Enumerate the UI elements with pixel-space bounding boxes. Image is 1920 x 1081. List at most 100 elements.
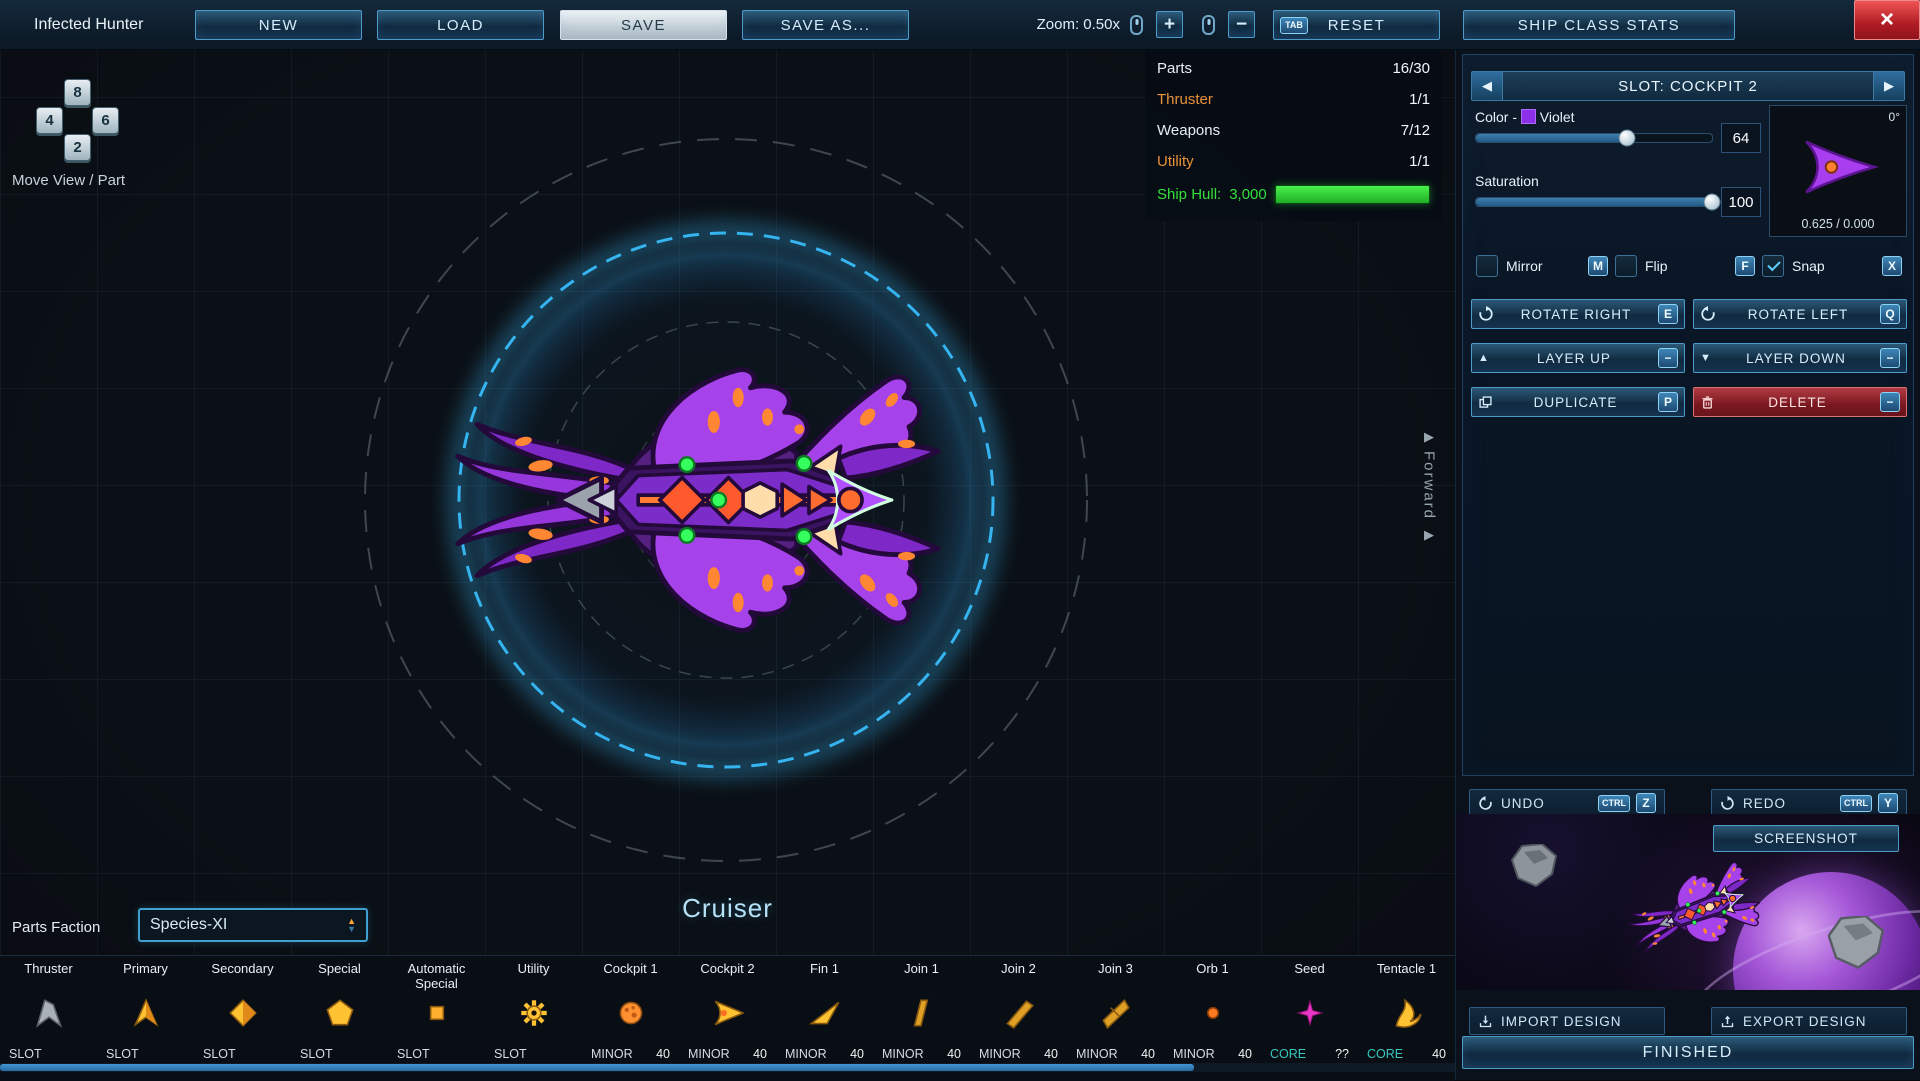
flip-keycap: F <box>1735 256 1755 276</box>
redo-button[interactable]: REDO CTRL Y <box>1711 789 1907 817</box>
layer-up-button[interactable]: ▲ LAYER UP − <box>1471 343 1685 373</box>
screenshot-button[interactable]: SCREENSHOT <box>1713 825 1899 852</box>
export-design-button[interactable]: EXPORT DESIGN <box>1711 1007 1907 1035</box>
join-1-icon <box>873 990 970 1036</box>
orb-1-icon <box>1164 990 1261 1036</box>
saturation-value[interactable]: 100 <box>1721 187 1761 217</box>
snap-toggle[interactable]: Snap X <box>1762 255 1902 277</box>
part-offset: 0.625 / 0.000 <box>1801 217 1875 231</box>
reset-view-button[interactable]: TAB RESET <box>1273 10 1440 40</box>
move-pad-caption: Move View / Part <box>12 172 126 189</box>
new-button[interactable]: NEW <box>195 10 362 40</box>
color-slider-knob[interactable] <box>1618 129 1636 147</box>
part-name: Cockpit 1 <box>603 961 658 976</box>
part-cost: 40 <box>656 1047 670 1061</box>
mirror-toggle[interactable]: Mirror M <box>1476 255 1608 277</box>
ctrl-keycap: CTRL <box>1598 794 1630 812</box>
parts-faction-label: Parts Faction <box>12 919 101 936</box>
z-keycap: Z <box>1636 793 1656 813</box>
select-caret-icon: ▲ ▼ <box>347 916 356 934</box>
forward-arrow-icon: ▶ <box>1424 527 1434 543</box>
seed-icon <box>1261 990 1358 1036</box>
stat-value: 1/1 <box>1409 153 1430 170</box>
delete-keycap: − <box>1880 392 1900 412</box>
saturation-slider-knob[interactable] <box>1703 193 1721 211</box>
load-button[interactable]: LOAD <box>377 10 544 40</box>
color-name: Violet <box>1539 109 1575 125</box>
part-name: Join 1 <box>904 961 939 976</box>
zoom-level: Zoom: 0.50x <box>1036 16 1120 33</box>
flip-toggle[interactable]: Flip F <box>1615 255 1755 277</box>
undo-button[interactable]: UNDO CTRL Z <box>1469 789 1665 817</box>
delete-button[interactable]: DELETE − <box>1693 387 1907 417</box>
fin-1-icon <box>776 990 873 1036</box>
stat-row: Utility 1/1 <box>1145 146 1442 177</box>
rotate-right-button[interactable]: ROTATE RIGHT E <box>1471 299 1685 329</box>
part-tag: MINOR <box>591 1047 633 1061</box>
ship-name: Infected Hunter <box>34 16 144 33</box>
save-as-button[interactable]: SAVE AS... <box>742 10 909 40</box>
zoom-in-button[interactable]: + <box>1156 11 1183 38</box>
thruster-icon <box>0 990 97 1036</box>
part-tag: MINOR <box>979 1047 1021 1061</box>
part-cost: 40 <box>1432 1047 1446 1061</box>
part-name: Secondary <box>211 961 274 976</box>
color-label: Color - Violet <box>1475 109 1575 125</box>
part-name: Primary <box>123 961 168 976</box>
parts-scrollbar-thumb[interactable] <box>0 1064 1194 1071</box>
saturation-slider[interactable] <box>1475 193 1721 211</box>
part-tag: SLOT <box>9 1047 42 1061</box>
asteroid-icon <box>1828 916 1885 969</box>
hull-row: Ship Hull: 3,000 <box>1145 177 1442 211</box>
parts-scrollbar[interactable] <box>0 1063 1455 1072</box>
utility-icon <box>485 990 582 1036</box>
part-cost: 40 <box>850 1047 864 1061</box>
automatic-special-icon <box>388 990 485 1036</box>
zoom-out-button[interactable]: − <box>1228 11 1255 38</box>
part-cost: ?? <box>1335 1047 1349 1061</box>
close-button[interactable]: × <box>1854 0 1920 40</box>
part-cost: 40 <box>1238 1047 1252 1061</box>
stat-row: Parts 16/30 <box>1145 53 1442 84</box>
part-name: Orb 1 <box>1196 961 1229 976</box>
undo-icon <box>1479 795 1492 810</box>
mouse-scroll-icon <box>1202 15 1215 35</box>
part-tag: MINOR <box>785 1047 827 1061</box>
redo-icon <box>1721 795 1734 810</box>
ship-class-stats-button[interactable]: SHIP CLASS STATS <box>1463 10 1735 40</box>
ship-editor: Cruiser ▶ Forward ▶ 8 4 6 2 Move View / … <box>0 0 1920 1081</box>
stat-value: 16/30 <box>1392 60 1430 77</box>
next-slot-button[interactable]: ▶ <box>1873 72 1904 100</box>
join-2-icon <box>970 990 1067 1036</box>
import-design-button[interactable]: IMPORT DESIGN <box>1469 1007 1665 1035</box>
prev-slot-button[interactable]: ◀ <box>1472 72 1503 100</box>
save-button[interactable]: SAVE <box>560 10 727 40</box>
flip-checkbox[interactable] <box>1615 255 1637 277</box>
part-name: Join 3 <box>1098 961 1133 976</box>
part-name: Utility <box>517 961 550 976</box>
duplicate-button[interactable]: DUPLICATE P <box>1471 387 1685 417</box>
layer-down-button[interactable]: ▼ LAYER DOWN − <box>1693 343 1907 373</box>
color-slider[interactable] <box>1475 129 1713 147</box>
join-3-icon <box>1067 990 1164 1036</box>
part-cost: 40 <box>947 1047 961 1061</box>
export-icon <box>1721 1015 1734 1027</box>
layer-down-keycap: − <box>1880 348 1900 368</box>
rotate-left-icon <box>1701 306 1715 321</box>
rotate-left-button[interactable]: ROTATE LEFT Q <box>1693 299 1907 329</box>
mouse-scroll-icon <box>1130 15 1143 35</box>
parts-faction-select[interactable]: Species-XI ▲ ▼ <box>138 908 368 942</box>
part-preview: 0° 0.625 / 0.000 <box>1769 105 1907 237</box>
duplicate-keycap: P <box>1658 392 1678 412</box>
snap-checkbox[interactable] <box>1762 255 1784 277</box>
y-keycap: Y <box>1878 793 1898 813</box>
move-up-key: 8 <box>64 79 91 106</box>
mirror-checkbox[interactable] <box>1476 255 1498 277</box>
finished-button[interactable]: FINISHED <box>1462 1036 1914 1069</box>
move-right-key: 6 <box>92 107 119 134</box>
layer-up-keycap: − <box>1658 348 1678 368</box>
part-tag: MINOR <box>1173 1047 1215 1061</box>
tab-keycap: TAB <box>1280 16 1308 34</box>
rotate-left-keycap: Q <box>1880 304 1900 324</box>
color-value[interactable]: 64 <box>1721 123 1761 153</box>
